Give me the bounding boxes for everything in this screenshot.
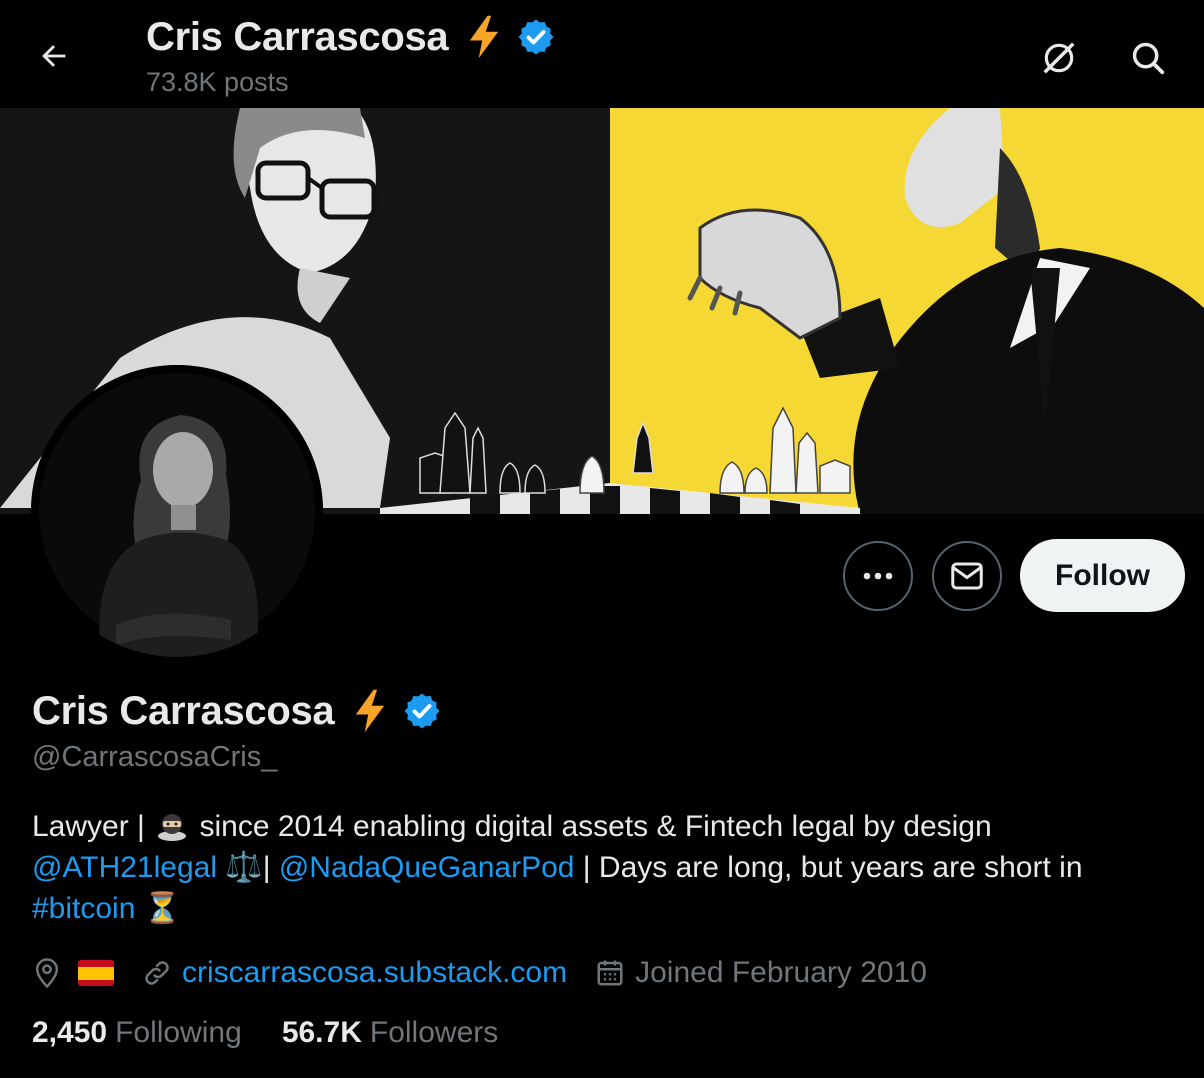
more-options-button[interactable] bbox=[843, 541, 913, 611]
arrow-left-icon bbox=[42, 45, 66, 67]
bio-text: | Days are long, but years are short in bbox=[574, 851, 1083, 884]
profile-name-row: Cris Carrascosa bbox=[32, 688, 442, 734]
profile-bio: Lawyer | since 2014 enabling digital ass… bbox=[32, 806, 1182, 929]
bio-line-2: @ATH21legal ⚖️| @NadaQueGanarPod | Days … bbox=[32, 847, 1182, 888]
back-button[interactable] bbox=[32, 34, 76, 78]
followers-label: Followers bbox=[369, 1016, 499, 1049]
message-button[interactable] bbox=[932, 541, 1002, 611]
follow-stats: 2,450 Following 56.7K Followers bbox=[32, 1016, 538, 1050]
search-icon bbox=[1132, 42, 1165, 75]
profile-name: Cris Carrascosa bbox=[32, 688, 335, 733]
grok-icon bbox=[1043, 42, 1075, 74]
post-count: 73.8K posts bbox=[146, 67, 289, 97]
lightning-bolt-icon bbox=[470, 15, 499, 59]
followers-count: 56.7K bbox=[281, 1016, 362, 1049]
follow-button[interactable]: Follow bbox=[1020, 539, 1185, 612]
calendar-icon bbox=[597, 960, 623, 986]
ellipsis-icon bbox=[863, 572, 893, 580]
link-icon bbox=[145, 961, 169, 985]
spain-flag bbox=[78, 960, 114, 986]
location-item bbox=[32, 957, 114, 989]
following-link[interactable]: 2,450 Following bbox=[32, 1016, 242, 1050]
mention-link[interactable]: @ATH21legal bbox=[32, 851, 217, 884]
profile-handle: @CarrascosaCris_ bbox=[32, 741, 278, 773]
hashtag-link[interactable]: #bitcoin bbox=[32, 892, 135, 925]
bio-line-1: Lawyer | since 2014 enabling digital ass… bbox=[32, 806, 1182, 847]
mention-link[interactable]: @NadaQueGanarPod bbox=[279, 851, 575, 884]
verified-badge-icon bbox=[518, 19, 554, 55]
joined-item: Joined February 2010 bbox=[595, 956, 927, 990]
profile-meta: criscarrascosa.substack.com Joined Febru… bbox=[32, 950, 955, 996]
website-item[interactable]: criscarrascosa.substack.com bbox=[142, 956, 567, 990]
hourglass-emoji: ⏳ bbox=[143, 892, 182, 925]
location-pin-icon bbox=[35, 958, 59, 989]
profile-avatar[interactable] bbox=[31, 365, 323, 657]
joined-date: Joined February 2010 bbox=[635, 956, 927, 989]
ninja-icon bbox=[158, 814, 187, 841]
followers-link[interactable]: 56.7K Followers bbox=[282, 1016, 498, 1050]
lightning-bolt-icon bbox=[356, 689, 385, 733]
header-name: Cris Carrascosa bbox=[146, 14, 449, 59]
bio-text: | bbox=[262, 851, 279, 884]
verified-badge-icon[interactable] bbox=[402, 691, 442, 731]
search-button[interactable] bbox=[1124, 34, 1172, 82]
following-label: Following bbox=[115, 1016, 242, 1049]
bio-text: Lawyer | bbox=[32, 810, 154, 843]
envelope-icon bbox=[951, 562, 983, 590]
avatar-photo bbox=[31, 365, 323, 657]
website-link[interactable]: criscarrascosa.substack.com bbox=[182, 956, 567, 990]
scales-emoji: ⚖️ bbox=[225, 851, 263, 884]
header-title: Cris Carrascosa bbox=[146, 14, 556, 60]
bio-text: since 2014 enabling digital assets & Fin… bbox=[191, 810, 992, 843]
bio-line-3: #bitcoin ⏳ bbox=[32, 888, 1182, 929]
grok-button[interactable] bbox=[1035, 34, 1083, 82]
following-count: 2,450 bbox=[32, 1016, 108, 1049]
